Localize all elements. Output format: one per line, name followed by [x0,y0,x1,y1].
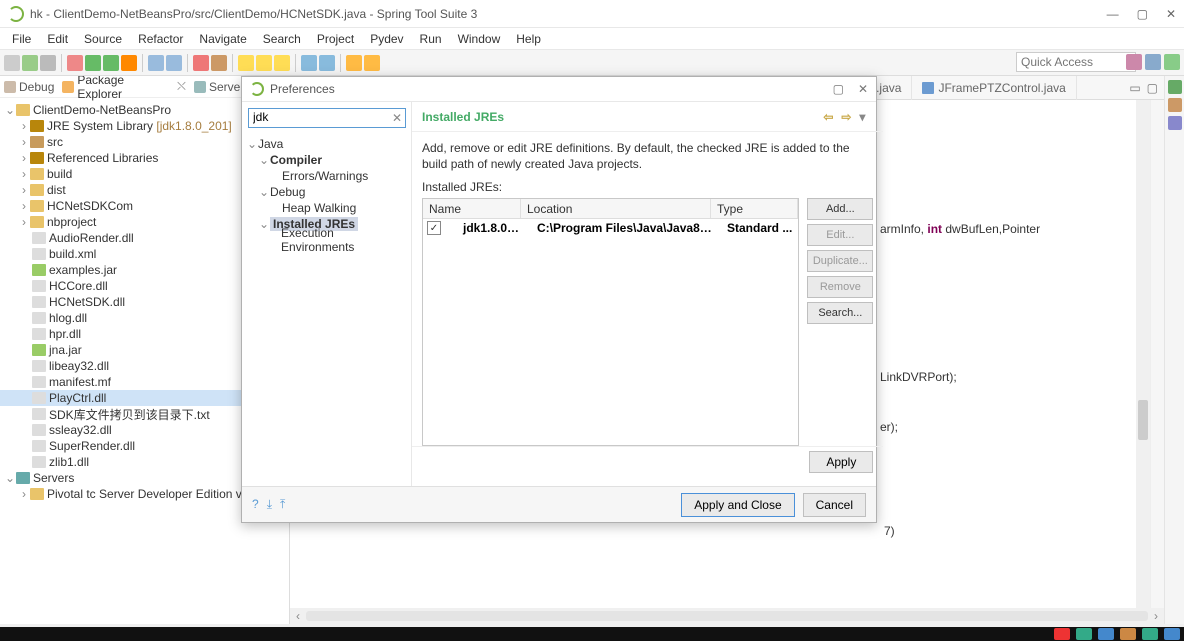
preferences-dialog: Preferences ▢ ✕ ✕ ⌄Java ⌄Compiler Errors… [241,76,877,523]
new-icon[interactable] [4,55,20,71]
prefs-description: Add, remove or edit JRE definitions. By … [412,132,883,180]
tasklist-icon[interactable] [1168,98,1182,112]
menu-help[interactable]: Help [510,30,547,48]
maximize-icon[interactable]: ▢ [1137,7,1148,21]
import-prefs-icon[interactable]: ⤓ [267,497,272,512]
apply-button[interactable]: Apply [809,451,873,473]
jre-row[interactable]: ✓ jdk1.8.0_201... C:\Program Files\Java\… [423,219,798,237]
menu-file[interactable]: File [6,30,37,48]
edit-button[interactable]: Edit... [807,224,873,246]
outline-icon[interactable] [1168,80,1182,94]
right-gutter [1164,76,1184,624]
remove-button[interactable]: Remove [807,276,873,298]
installed-jres-label: Installed JREs: [412,180,883,198]
prefs-fwd-icon[interactable]: ⇨ [841,110,855,124]
step-over-icon[interactable] [256,55,272,71]
tree-selected[interactable]: PlayCtrl.dll [49,391,106,405]
perspective-debug-icon[interactable] [1145,54,1161,70]
step-into-icon[interactable] [238,55,254,71]
apply-close-button[interactable]: Apply and Close [681,493,794,517]
stop-icon[interactable] [193,55,209,71]
open-type-icon[interactable] [301,55,317,71]
tray-icon[interactable] [1098,628,1114,640]
coverage-icon[interactable] [121,55,137,71]
tray-icon[interactable] [1164,628,1180,640]
debug-icon[interactable] [67,55,83,71]
jre-checkbox[interactable]: ✓ [427,221,441,235]
menu-source[interactable]: Source [78,30,128,48]
prefs-close-icon[interactable]: ✕ [858,82,868,96]
prefs-menu-icon[interactable]: ▾ [859,110,873,124]
window-titlebar: hk - ClientDemo-NetBeansPro/src/ClientDe… [0,0,1184,28]
tab-jframe[interactable]: JFramePTZControl.java [912,76,1076,100]
clear-search-icon[interactable]: ✕ [392,111,402,125]
main-toolbar [0,50,1184,76]
prefs-title: Preferences [270,82,335,96]
menu-search[interactable]: Search [257,30,307,48]
search-icon[interactable] [319,55,335,71]
run-last-icon[interactable] [103,55,119,71]
minimize-icon[interactable]: — [1107,7,1119,21]
run-icon[interactable] [85,55,101,71]
prefs-max-icon[interactable]: ▢ [833,82,844,96]
menu-pydev[interactable]: Pydev [364,30,409,48]
tray-icon[interactable] [1076,628,1092,640]
view-debug[interactable]: Debug [4,80,54,94]
cancel-button[interactable]: Cancel [803,493,866,517]
prefs-search-input[interactable] [253,110,389,124]
quick-access-input[interactable] [1016,52,1136,72]
project-root[interactable]: ClientDemo-NetBeansPro [33,103,171,117]
duplicate-button[interactable]: Duplicate... [807,250,873,272]
menu-run[interactable]: Run [414,30,448,48]
menu-refactor[interactable]: Refactor [132,30,189,48]
editor-max-icon[interactable]: ▢ [1147,81,1158,95]
editor-min-icon[interactable]: ▭ [1129,81,1140,95]
skip-icon[interactable] [211,55,227,71]
tray-icon[interactable] [1120,628,1136,640]
export-prefs-icon[interactable]: ⤒ [280,497,285,512]
view-package-explorer[interactable]: Package Explorer⛌ [62,73,186,101]
minimap-icon[interactable] [1168,116,1182,130]
jre-table[interactable]: Name Location Type ✓ jdk1.8.0_201... C:\… [422,198,799,446]
forward-icon[interactable] [364,55,380,71]
prefs-page-title: Installed JREs [422,110,504,124]
menu-edit[interactable]: Edit [41,30,74,48]
col-location[interactable]: Location [521,199,711,218]
add-button[interactable]: Add... [807,198,873,220]
save-icon[interactable] [22,55,38,71]
tray-icon[interactable] [1054,628,1070,640]
menubar: File Edit Source Refactor Navigate Searc… [0,28,1184,50]
step-return-icon[interactable] [274,55,290,71]
editor-overview-ruler[interactable] [1150,100,1164,624]
tray-icon[interactable] [1142,628,1158,640]
close-icon[interactable]: ✕ [1166,7,1176,21]
menu-navigate[interactable]: Navigate [193,30,252,48]
perspective-java-icon[interactable] [1126,54,1142,70]
save-all-icon[interactable] [40,55,56,71]
help-icon[interactable]: ? [252,497,259,512]
window-title: hk - ClientDemo-NetBeansPro/src/ClientDe… [30,7,477,21]
editor-vscroll[interactable] [1136,100,1150,624]
menu-project[interactable]: Project [311,30,360,48]
app-icon [8,6,24,22]
col-type[interactable]: Type [711,199,798,218]
perspective-open-icon[interactable] [1164,54,1180,70]
new-package-icon[interactable] [148,55,164,71]
col-name[interactable]: Name [423,199,521,218]
prefs-icon [250,82,264,96]
back-icon[interactable] [346,55,362,71]
prefs-tree[interactable]: ⌄Java ⌄Compiler Errors/Warnings ⌄Debug H… [242,134,411,486]
new-class-icon[interactable] [166,55,182,71]
prefs-back-icon[interactable]: ⇦ [823,110,837,124]
prefs-search-wrap: ✕ [248,108,406,128]
search-button[interactable]: Search... [807,302,873,324]
os-taskbar [0,627,1184,641]
editor-hscroll[interactable]: ‹› [290,608,1164,624]
menu-window[interactable]: Window [452,30,507,48]
